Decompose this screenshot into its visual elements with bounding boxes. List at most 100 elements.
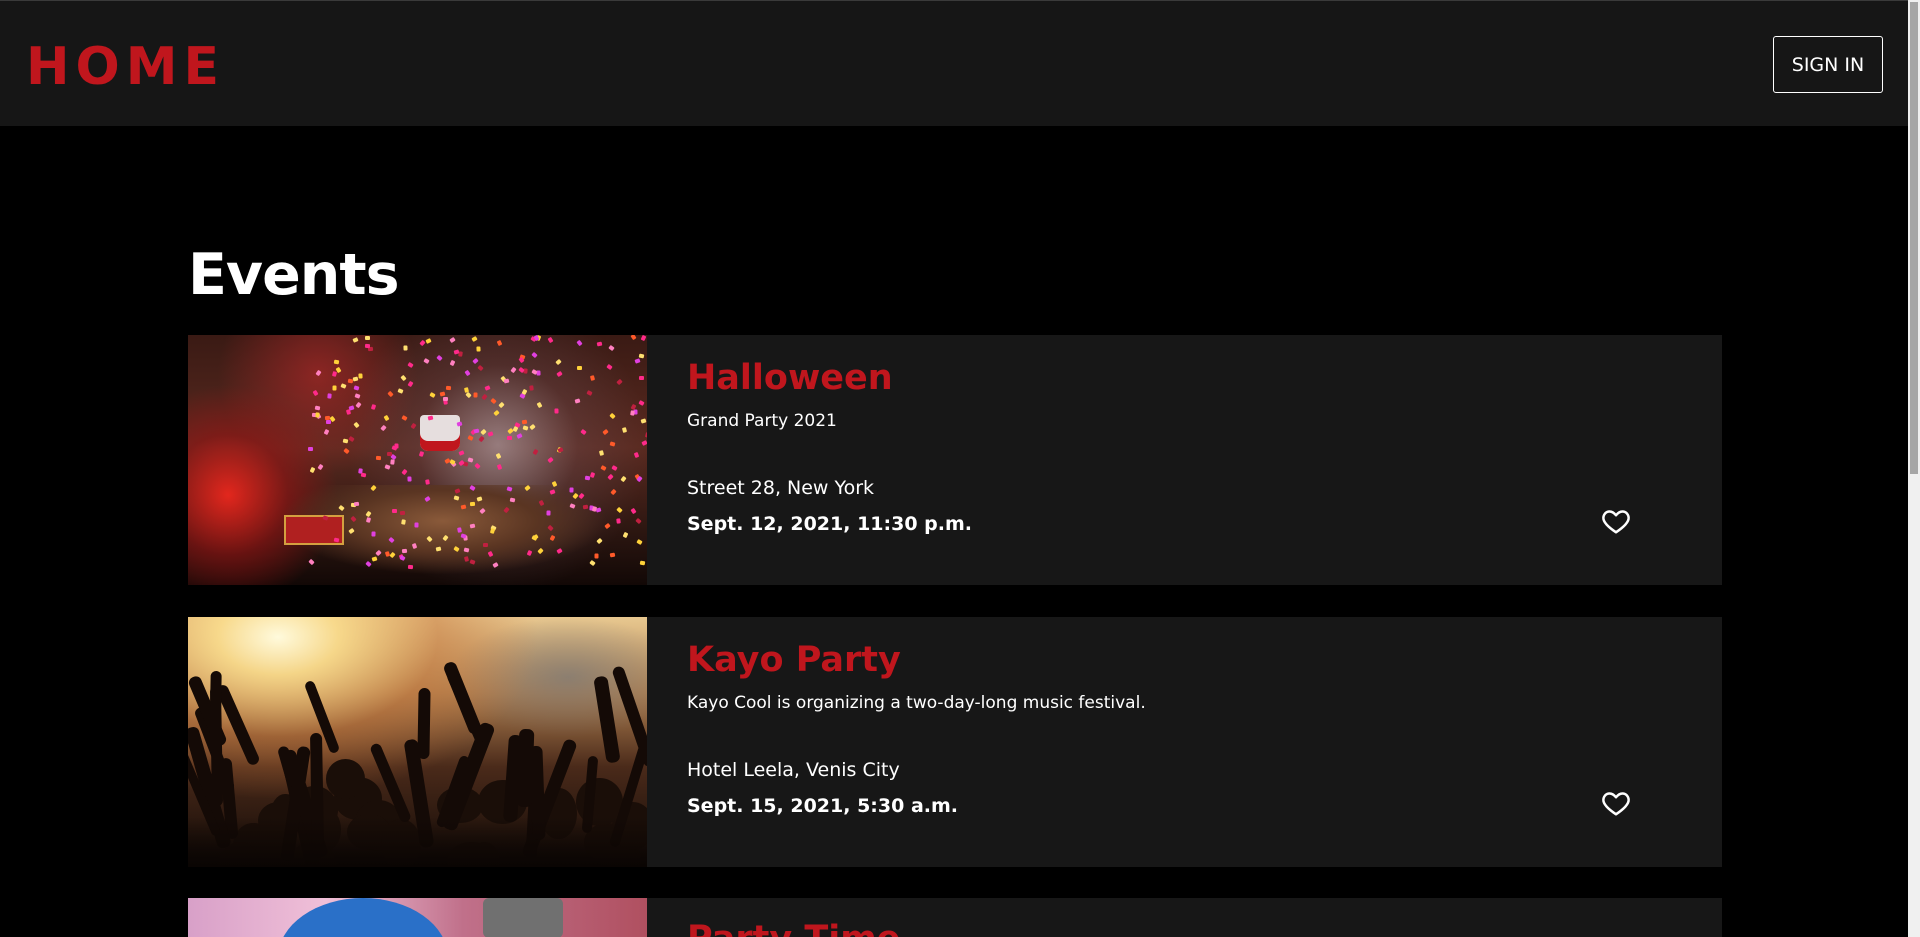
event-title[interactable]: Kayo Party — [687, 637, 901, 683]
event-image[interactable] — [188, 617, 647, 867]
confetti-piece — [354, 393, 361, 400]
confetti-piece — [609, 413, 616, 420]
event-title[interactable]: Halloween — [687, 355, 893, 401]
confetti-piece — [611, 464, 618, 471]
confetti-piece — [580, 428, 587, 435]
confetti-piece — [471, 336, 478, 343]
confetti-piece — [498, 401, 505, 409]
confetti-piece — [636, 475, 643, 483]
scrollbar-thumb[interactable] — [1910, 2, 1918, 474]
page-scrollbar[interactable] — [1908, 0, 1920, 937]
confetti-piece — [610, 488, 617, 495]
confetti-piece — [348, 405, 355, 412]
heart-outline-icon[interactable] — [1601, 506, 1631, 536]
confetti-piece — [507, 436, 513, 441]
confetti-piece — [489, 398, 497, 405]
confetti-piece — [325, 415, 331, 421]
event-card[interactable]: Party Time — [188, 898, 1722, 937]
confetti-piece — [600, 465, 607, 471]
confetti-piece — [325, 419, 331, 424]
confetti-piece — [314, 405, 320, 411]
confetti-piece — [574, 398, 581, 404]
confetti-piece — [474, 462, 481, 470]
confetti-piece — [360, 472, 367, 478]
home-logo-link[interactable]: HOME — [26, 35, 225, 99]
confetti-piece — [630, 335, 637, 341]
confetti-piece — [407, 381, 415, 388]
confetti-piece — [594, 553, 599, 559]
heart-outline-icon[interactable] — [1601, 788, 1631, 818]
confetti-piece — [390, 459, 395, 465]
event-title[interactable]: Party Time — [687, 916, 900, 937]
confetti-piece — [640, 335, 647, 342]
confetti-piece — [634, 358, 641, 364]
event-card[interactable]: Kayo Party Kayo Cool is organizing a two… — [188, 617, 1722, 867]
confetti-piece — [509, 366, 517, 374]
confetti-piece — [576, 366, 582, 371]
event-image[interactable] — [188, 335, 647, 585]
confetti-piece — [466, 435, 474, 442]
confetti-piece — [590, 375, 596, 381]
confetti-piece — [397, 388, 404, 395]
confetti-piece — [407, 564, 414, 569]
confetti-piece — [484, 385, 491, 392]
confetti-piece — [616, 507, 623, 514]
confetti-piece — [419, 451, 425, 458]
confetti-piece — [639, 375, 645, 380]
confetti-piece — [406, 476, 412, 483]
confetti-piece — [473, 428, 480, 434]
confetti-piece — [315, 369, 322, 376]
confetti-piece — [391, 508, 398, 513]
confetti-piece — [371, 403, 377, 410]
confetti-piece — [471, 357, 479, 365]
confetti-piece — [400, 375, 407, 382]
raised-arm — [593, 675, 622, 765]
confetti-piece — [469, 501, 475, 506]
confetti-piece — [391, 445, 398, 451]
confetti-piece — [317, 463, 324, 470]
confetti-piece — [371, 555, 378, 562]
confetti-piece — [606, 473, 614, 480]
confetti-piece — [630, 507, 637, 515]
confetti-piece — [314, 412, 320, 418]
confetti-piece — [414, 522, 419, 528]
confetti-piece — [599, 450, 605, 457]
confetti-piece — [340, 382, 347, 389]
confetti-piece — [355, 402, 362, 409]
confetti-piece — [427, 414, 433, 421]
confetti-piece — [622, 531, 629, 539]
confetti-piece — [482, 543, 488, 548]
confetti-piece — [610, 441, 616, 447]
sign-in-button[interactable]: SIGN IN — [1773, 36, 1883, 93]
confetti-piece — [425, 338, 432, 345]
confetti-piece — [546, 510, 551, 516]
raised-arm — [417, 688, 431, 760]
confetti-piece — [609, 552, 615, 558]
confetti-piece — [450, 360, 456, 367]
confetti-piece — [353, 385, 360, 392]
event-subtitle: Kayo Cool is organizing a two-day-long m… — [687, 693, 1146, 713]
confetti-piece — [516, 433, 523, 440]
confetti-piece — [352, 376, 359, 382]
confetti-piece — [422, 358, 430, 365]
confetti-piece — [521, 388, 528, 395]
confetti-piece — [458, 450, 465, 457]
event-image[interactable] — [188, 898, 647, 937]
confetti-piece — [331, 371, 338, 378]
confetti-piece — [616, 518, 621, 524]
event-card[interactable]: Halloween Grand Party 2021 Street 28, Ne… — [188, 335, 1722, 585]
confetti-piece — [480, 428, 488, 436]
popcorn-bucket — [420, 415, 460, 451]
confetti-piece — [445, 386, 451, 391]
raised-arm — [442, 660, 484, 736]
confetti-piece — [622, 426, 628, 433]
confetti-piece — [380, 424, 387, 431]
confetti-piece — [403, 345, 408, 351]
confetti-piece — [640, 418, 647, 425]
event-details: Halloween Grand Party 2021 Street 28, Ne… — [647, 335, 1722, 585]
confetti-piece — [333, 537, 340, 543]
confetti-piece — [309, 466, 316, 473]
confetti-piece — [387, 390, 394, 397]
confetti-piece — [332, 385, 337, 391]
confetti-piece — [529, 423, 536, 431]
